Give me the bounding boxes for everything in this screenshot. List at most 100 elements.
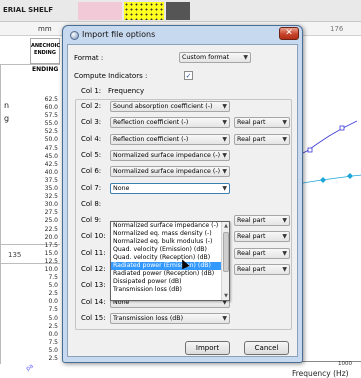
y-tick: 5.0 <box>48 346 58 354</box>
col-quantity-select[interactable]: Sound absorption coefficient (-) ▼ <box>110 101 230 112</box>
dropdown-option[interactable]: Quad. velocity (Reception) (dB) <box>111 254 222 262</box>
col-label: Col 12: <box>81 265 106 273</box>
col1-value: Frequency <box>108 87 145 95</box>
series-1-marker <box>339 125 345 131</box>
chevron-down-icon: ▼ <box>222 151 227 159</box>
y-tick: 25.0 <box>44 217 58 225</box>
col-part-value: Real part <box>237 217 266 225</box>
col-part-select[interactable]: Real part ▼ <box>234 247 290 259</box>
col-part-select[interactable]: Real part ▼ <box>234 215 290 227</box>
left-panel-border <box>0 64 1 364</box>
left-value: 135 <box>8 251 22 259</box>
col-label: Col 14: <box>81 297 106 306</box>
material-swatch-pink[interactable] <box>78 2 122 20</box>
col-label: Col 9: <box>81 216 102 225</box>
cancel-button[interactable]: Cancel <box>244 341 289 355</box>
y-tick: 0.0 <box>48 298 58 306</box>
chevron-down-icon: ▼ <box>222 103 227 110</box>
y-tick: 27.5 <box>44 209 58 217</box>
col-part-value: Real part <box>237 233 266 241</box>
plot-area[interactable] <box>296 96 361 361</box>
col-quantity-value: None <box>113 184 130 192</box>
y-tick: 20.0 <box>44 233 58 241</box>
y-tick: 47.5 <box>44 144 58 152</box>
col-label: Col 10: <box>81 232 106 241</box>
col-part-value: Real part <box>237 249 266 257</box>
col-part-select[interactable]: Real part ▼ <box>234 264 290 275</box>
chevron-down-icon: ▼ <box>282 135 287 143</box>
y-tick: 5.0 <box>48 282 58 290</box>
col-label: Col 7: <box>81 183 102 192</box>
y-axis-ticks: 62.5 60.0 57.5 55.0 52.5 50.0 47.5 45.0 42.5 40.0… <box>40 96 64 363</box>
y-tick: 35.0 <box>44 185 58 193</box>
col-quantity-value: Transmission loss (dB) <box>113 314 184 322</box>
col-quantity-select[interactable]: Normalized surface impedance (-) ▼ <box>110 166 230 178</box>
col-quantity-select[interactable]: None ▼ <box>110 182 230 194</box>
format-select[interactable]: Custom format ▼ <box>179 52 251 63</box>
col-quantity-value: Reflection coefficient (-) <box>113 135 189 143</box>
dropdown-scrollbar[interactable]: ▲ ▼ <box>221 222 229 300</box>
scroll-up-icon[interactable]: ▲ <box>222 222 229 230</box>
col-label: Col 13: <box>81 281 106 290</box>
close-button[interactable]: ✕ <box>279 27 299 40</box>
chevron-down-icon: ▼ <box>282 249 287 257</box>
col-quantity-select[interactable]: Reflection coefficient (-) ▼ <box>110 133 230 145</box>
dropdown-option[interactable]: Radiated power (Emission) (dB) <box>111 262 222 270</box>
x-axis-label: Frequency (Hz) <box>292 369 349 378</box>
col-quantity-select[interactable]: Normalized surface impedance (-) ▼ <box>110 149 230 161</box>
format-label: Format : <box>74 54 104 62</box>
y-tick: 17.5 <box>44 241 58 249</box>
dropdown-option[interactable]: Transmission loss (dB) <box>111 286 222 294</box>
col-label: Col 2: <box>81 102 102 110</box>
y-tick: 10.0 <box>44 265 58 273</box>
col-quantity-select[interactable]: Transmission loss (dB) ▼ <box>110 312 230 324</box>
y-tick: 2.5 <box>48 355 58 362</box>
col-quantity-select[interactable]: Reflection coefficient (-) ▼ <box>110 117 230 129</box>
material-swatch-dotted[interactable] <box>124 2 164 20</box>
column-dropdown-list[interactable]: Normalized surface impedance (-) Normaliz… <box>110 221 230 301</box>
dialog-title: Import file options <box>82 30 156 39</box>
dropdown-option[interactable]: Normalized eq. bulk modulus (-) <box>111 238 222 246</box>
dialog-content: Format : Custom format ▼ Compute Indicat… <box>67 44 298 357</box>
dropdown-options: Normalized surface impedance (-) Normaliz… <box>111 222 229 294</box>
compute-indicators-checkbox[interactable]: ✓ <box>184 71 193 80</box>
chevron-down-icon: ▼ <box>222 119 227 127</box>
y-tick: 5.0 <box>48 314 58 322</box>
dropdown-option[interactable]: Normalized eq. mass density (-) <box>111 230 222 238</box>
scroll-down-icon[interactable]: ▼ <box>222 292 229 300</box>
y-tick: 7.5 <box>48 274 58 282</box>
dropdown-option[interactable]: Radiated power (Reception) (dB) <box>111 270 222 278</box>
dropdown-option[interactable]: Normalized surface impedance (-) <box>111 222 222 230</box>
col-part-select[interactable]: Real part ▼ <box>234 231 290 243</box>
y-tick: 15.0 <box>44 249 58 257</box>
col-quantity-value: Normalized surface impedance (-) <box>113 168 221 176</box>
chevron-down-icon: ▼ <box>282 217 287 225</box>
col-label: Col 4: <box>81 134 102 143</box>
dropdown-option[interactable]: Quad. velocity (Emission) (dB) <box>111 246 222 254</box>
y-tick: 62.5 <box>44 96 58 103</box>
dialog-titlebar[interactable]: Import file options ✕ <box>63 26 302 44</box>
y-tick: 40.0 <box>44 168 58 176</box>
col-quantity-value: Reflection coefficient (-) <box>113 119 189 127</box>
scroll-thumb[interactable] <box>223 232 229 272</box>
corner-label: pa <box>24 362 35 373</box>
col-part-select[interactable]: Real part ▼ <box>234 133 290 145</box>
col-label: Col 3: <box>81 118 102 127</box>
y-tick: 32.5 <box>44 193 58 201</box>
series-2-marker <box>320 177 326 183</box>
import-button[interactable]: Import <box>185 341 230 355</box>
y-tick: 60.0 <box>44 104 58 112</box>
col-label: Col 6: <box>81 167 102 176</box>
y-tick: 7.5 <box>48 338 58 346</box>
col-part-select[interactable]: Real part ▼ <box>234 117 290 129</box>
chevron-down-icon: ▼ <box>282 233 287 241</box>
import-file-options-dialog: Import file options ✕ Format : Custom fo… <box>62 25 303 363</box>
y-tick: 37.5 <box>44 176 58 184</box>
col-label: Col 11: <box>81 248 106 257</box>
anechoic-ending-tab[interactable]: ANECHOIC ENDING <box>30 38 60 64</box>
y-tick: 45.0 <box>44 152 58 160</box>
dropdown-option[interactable]: Dissipated power (dB) <box>111 278 222 286</box>
background-title: ERIAL SHELF <box>3 6 54 14</box>
app-icon <box>70 31 79 40</box>
material-swatch-dark[interactable] <box>166 2 190 20</box>
